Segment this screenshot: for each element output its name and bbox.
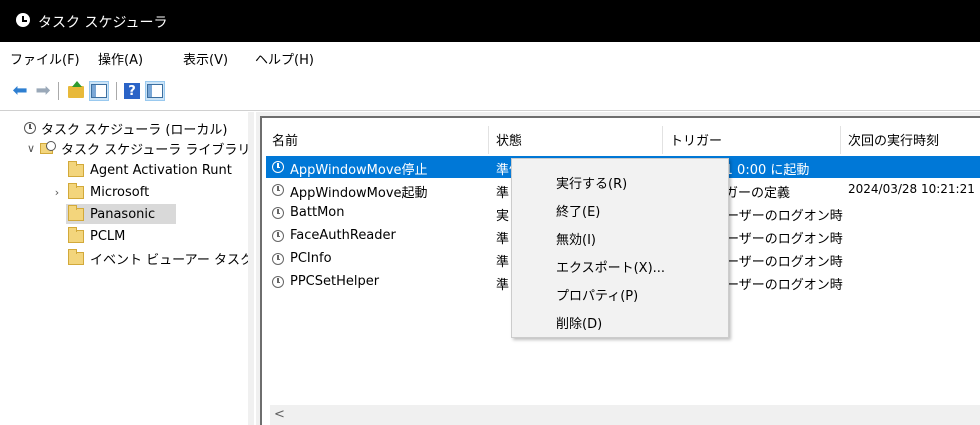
tree-item-label: タスク スケジューラ (ローカル) bbox=[41, 122, 228, 138]
chevron-right-icon[interactable]: › bbox=[50, 186, 64, 199]
task-status: 準 bbox=[496, 255, 510, 270]
task-clock-icon bbox=[272, 230, 284, 242]
context-menu-end[interactable]: 終了(E) bbox=[556, 201, 600, 220]
menu-action[interactable]: 操作(A) bbox=[98, 49, 143, 68]
task-trigger: ーザーのログオン時 bbox=[726, 255, 843, 270]
help-button[interactable]: ? bbox=[122, 81, 142, 101]
context-menu-delete[interactable]: 削除(D) bbox=[556, 313, 602, 332]
column-header-trigger[interactable]: トリガー bbox=[670, 130, 722, 149]
toolbar-separator bbox=[116, 82, 117, 100]
folder-icon bbox=[68, 248, 84, 265]
task-status: 準 bbox=[496, 232, 510, 247]
task-trigger: ーザーのログオン時 bbox=[726, 232, 843, 247]
back-button[interactable]: ⬅ bbox=[10, 81, 30, 101]
tree-item-panasonic[interactable]: Panasonic bbox=[66, 204, 176, 224]
menu-view[interactable]: 表示(V) bbox=[183, 49, 228, 68]
task-clock-icon bbox=[272, 253, 284, 265]
tree-item-task-scheduler-library[interactable]: ∨ タスク スケジューラ ライブラリ bbox=[24, 138, 250, 158]
show-hide-console-tree-icon bbox=[91, 84, 107, 98]
folder-icon bbox=[68, 204, 84, 221]
task-trigger: ーザーのログオン時 bbox=[726, 278, 843, 293]
task-trigger: ーザーのログオン時 bbox=[726, 209, 843, 224]
tree-item-agent-activation-runtime[interactable]: Agent Activation Runt bbox=[68, 160, 232, 180]
task-status: 準 bbox=[496, 278, 510, 293]
console-tree: タスク スケジューラ (ローカル) ∨ タスク スケジューラ ライブラリ Age… bbox=[10, 112, 253, 425]
column-header-status[interactable]: 状態 bbox=[496, 130, 522, 149]
context-menu: 実行する(R) 終了(E) 無効(I) エクスポート(X)... プロパティ(P… bbox=[511, 158, 729, 338]
help-icon: ? bbox=[124, 83, 140, 99]
tree-item-label: PCLM bbox=[90, 228, 126, 244]
scroll-left-arrow-icon[interactable]: < bbox=[274, 407, 285, 422]
task-name: PCInfo bbox=[290, 251, 332, 266]
tree-item-pclm[interactable]: PCLM bbox=[68, 226, 125, 246]
tree-item-microsoft[interactable]: › Microsoft bbox=[50, 182, 149, 202]
action-pane-icon bbox=[147, 84, 163, 98]
column-separator[interactable] bbox=[488, 126, 489, 154]
column-separator[interactable] bbox=[662, 126, 663, 154]
column-header-name[interactable]: 名前 bbox=[272, 130, 298, 149]
pane-splitter[interactable] bbox=[248, 112, 254, 425]
library-folder-icon bbox=[40, 141, 56, 155]
tree-item-label: イベント ビューアー タスク bbox=[90, 252, 253, 268]
menu-bar: ファイル(F) 操作(A) 表示(V) ヘルプ(H) bbox=[0, 42, 980, 73]
tree-item-label: Agent Activation Runt bbox=[90, 162, 232, 178]
context-menu-export[interactable]: エクスポート(X)... bbox=[556, 257, 665, 276]
up-one-level-button[interactable] bbox=[66, 81, 86, 101]
task-scheduler-clock-icon bbox=[16, 13, 30, 27]
task-status: 実 bbox=[496, 209, 510, 224]
task-name: FaceAuthReader bbox=[290, 228, 396, 243]
folder-icon bbox=[68, 160, 84, 177]
task-status: 準 bbox=[496, 186, 510, 201]
clock-icon bbox=[24, 122, 36, 134]
column-header-next-run[interactable]: 次回の実行時刻 bbox=[848, 130, 939, 149]
task-name: AppWindowMove起動 bbox=[290, 186, 428, 201]
tree-item-task-scheduler-local[interactable]: タスク スケジューラ (ローカル) bbox=[24, 118, 228, 138]
toolbar-separator bbox=[58, 82, 59, 100]
title-bar: タスク スケジューラ bbox=[0, 0, 980, 42]
tree-item-label: Microsoft bbox=[90, 184, 150, 200]
folder-icon bbox=[68, 226, 84, 243]
context-menu-disable[interactable]: 無効(I) bbox=[556, 229, 596, 248]
back-arrow-icon: ⬅ bbox=[12, 80, 28, 101]
menu-file[interactable]: ファイル(F) bbox=[10, 49, 80, 68]
window-title: タスク スケジューラ bbox=[38, 15, 168, 31]
context-menu-run[interactable]: 実行する(R) bbox=[556, 173, 627, 192]
task-name: BattMon bbox=[290, 205, 345, 220]
forward-arrow-icon: ➡ bbox=[35, 80, 51, 101]
tree-item-event-viewer-tasks[interactable]: イベント ビューアー タスク bbox=[68, 248, 253, 268]
menu-help[interactable]: ヘルプ(H) bbox=[255, 49, 314, 68]
task-clock-icon bbox=[272, 207, 284, 219]
toolbar: ⬅ ➡ ? bbox=[0, 72, 980, 111]
folder-up-icon bbox=[68, 81, 84, 98]
task-clock-icon bbox=[272, 184, 284, 196]
task-clock-icon bbox=[272, 161, 284, 173]
folder-icon bbox=[68, 182, 84, 199]
task-name: AppWindowMove停止 bbox=[290, 163, 428, 178]
tree-item-label: タスク スケジューラ ライブラリ bbox=[61, 142, 251, 158]
tree-item-label: Panasonic bbox=[90, 206, 156, 222]
task-name: PPCSetHelper bbox=[290, 274, 380, 289]
show-hide-action-pane-button[interactable] bbox=[145, 81, 165, 101]
horizontal-scrollbar[interactable]: < bbox=[270, 405, 980, 425]
show-hide-console-tree-button[interactable] bbox=[89, 81, 109, 101]
forward-button[interactable]: ➡ bbox=[33, 81, 53, 101]
column-separator[interactable] bbox=[840, 126, 841, 154]
context-menu-properties[interactable]: プロパティ(P) bbox=[556, 285, 638, 304]
task-clock-icon bbox=[272, 276, 284, 288]
task-next-run: 2024/03/28 10:21:21 bbox=[848, 182, 975, 196]
chevron-down-icon[interactable]: ∨ bbox=[24, 142, 38, 155]
